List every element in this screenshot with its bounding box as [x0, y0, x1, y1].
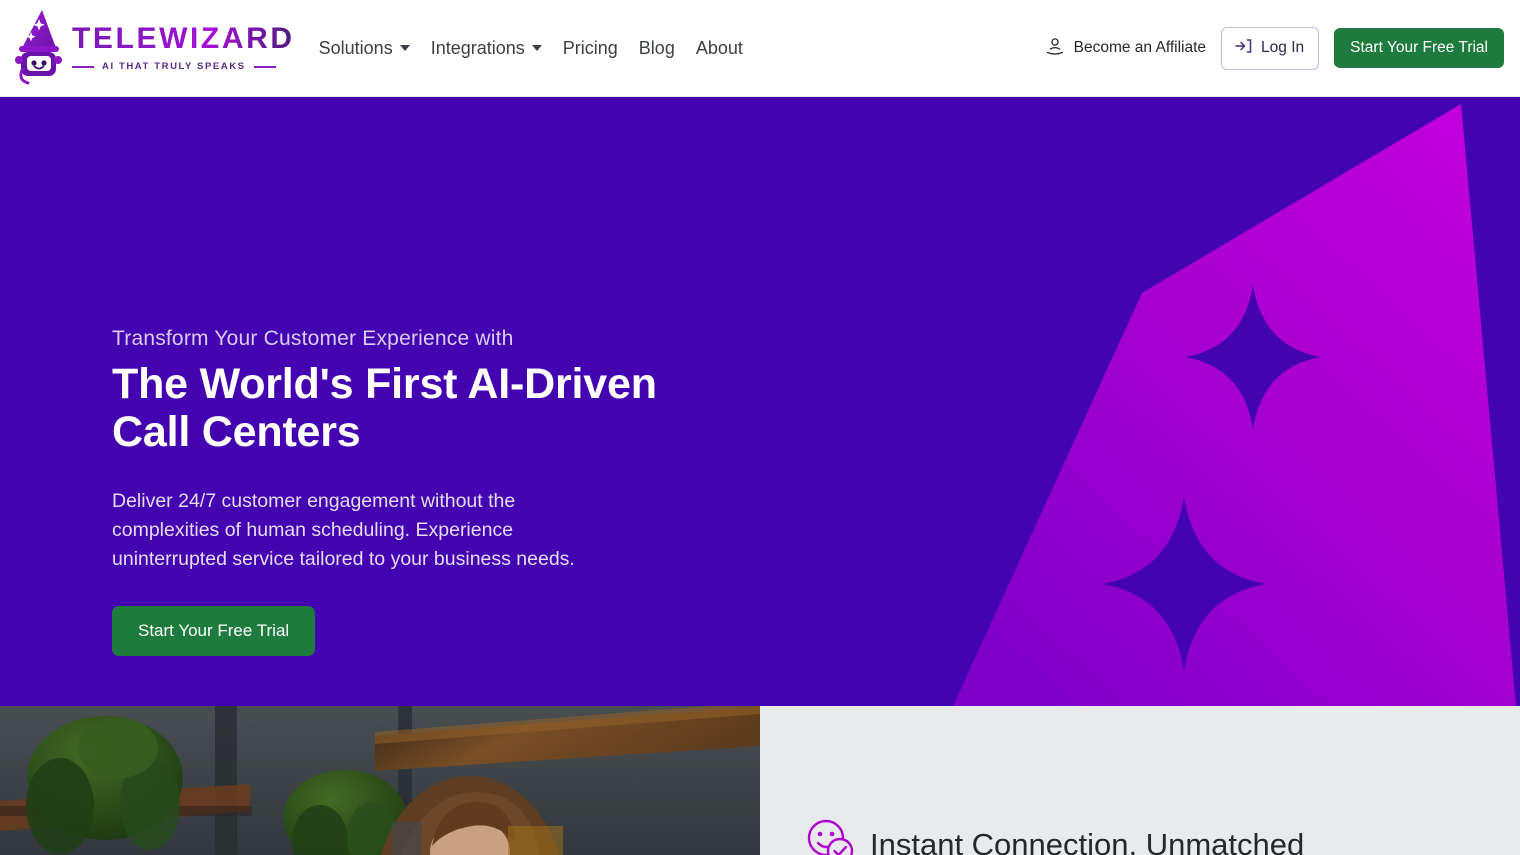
- nav-item-pricing[interactable]: Pricing: [563, 38, 618, 59]
- sign-in-arrow-icon: [1234, 37, 1253, 60]
- hero-title-line-1: The World's First AI-Driven: [112, 360, 657, 409]
- office-interior-photo: [0, 706, 760, 855]
- chevron-down-icon: [399, 45, 410, 51]
- nav-label-pricing: Pricing: [562, 37, 618, 58]
- hero-content: Transform Your Customer Experience with …: [112, 325, 732, 656]
- affiliate-label: Become an Affiliate: [1073, 39, 1207, 56]
- site-header: TELEWIZARD AI THAT TRULY SPEAKS Solution…: [0, 0, 1520, 97]
- hero-title: The World's First AI-Driven Call Centers: [112, 360, 732, 456]
- nav-label-blog: Blog: [638, 37, 675, 58]
- hero-title-line-2: Call Centers: [112, 408, 361, 457]
- hero-subtitle: Deliver 24/7 customer engagement without…: [112, 489, 575, 570]
- nav-label-about: About: [695, 37, 743, 58]
- start-free-trial-button-header[interactable]: Start Your Free Trial: [1334, 28, 1504, 68]
- header-actions: Become an Affiliate Log In Start Your Fr…: [1045, 26, 1504, 70]
- feature-title: Instant Connection, Unmatched: [870, 826, 1305, 855]
- smiley-check-icon: [804, 818, 856, 855]
- tagline-rule-left: [72, 65, 94, 68]
- feature-heading-row: Instant Connection, Unmatched: [804, 818, 1304, 855]
- tagline-rule-right: [253, 65, 276, 68]
- nav-item-solutions[interactable]: Solutions: [319, 38, 410, 59]
- hero-section: Transform Your Customer Experience with …: [0, 97, 1520, 706]
- site-logo[interactable]: TELEWIZARD AI THAT TRULY SPEAKS: [12, 0, 295, 97]
- nav-item-integrations[interactable]: Integrations: [431, 38, 542, 59]
- hero-eyebrow: Transform Your Customer Experience with: [112, 327, 514, 350]
- user-support-icon: [1045, 36, 1065, 61]
- logo-wordmark: TELEWIZARD: [72, 22, 295, 55]
- nav-label-solutions: Solutions: [318, 37, 393, 58]
- login-button[interactable]: Log In: [1221, 26, 1320, 70]
- login-label: Log In: [1261, 39, 1305, 56]
- become-an-affiliate-link[interactable]: Become an Affiliate: [1045, 36, 1206, 61]
- nav-item-blog[interactable]: Blog: [639, 38, 675, 59]
- logo-tagline: AI THAT TRULY SPEAKS: [102, 61, 246, 72]
- chevron-down-icon: [531, 45, 542, 51]
- wizard-hat-arrow-graphic: [920, 97, 1520, 706]
- main-navigation: Solutions Integrations Pricing Blog Abou…: [319, 38, 743, 59]
- wizard-robot-icon: [12, 8, 64, 88]
- nav-item-about[interactable]: About: [696, 38, 743, 59]
- start-free-trial-button-hero[interactable]: Start Your Free Trial: [112, 605, 316, 656]
- nav-label-integrations: Integrations: [430, 37, 525, 58]
